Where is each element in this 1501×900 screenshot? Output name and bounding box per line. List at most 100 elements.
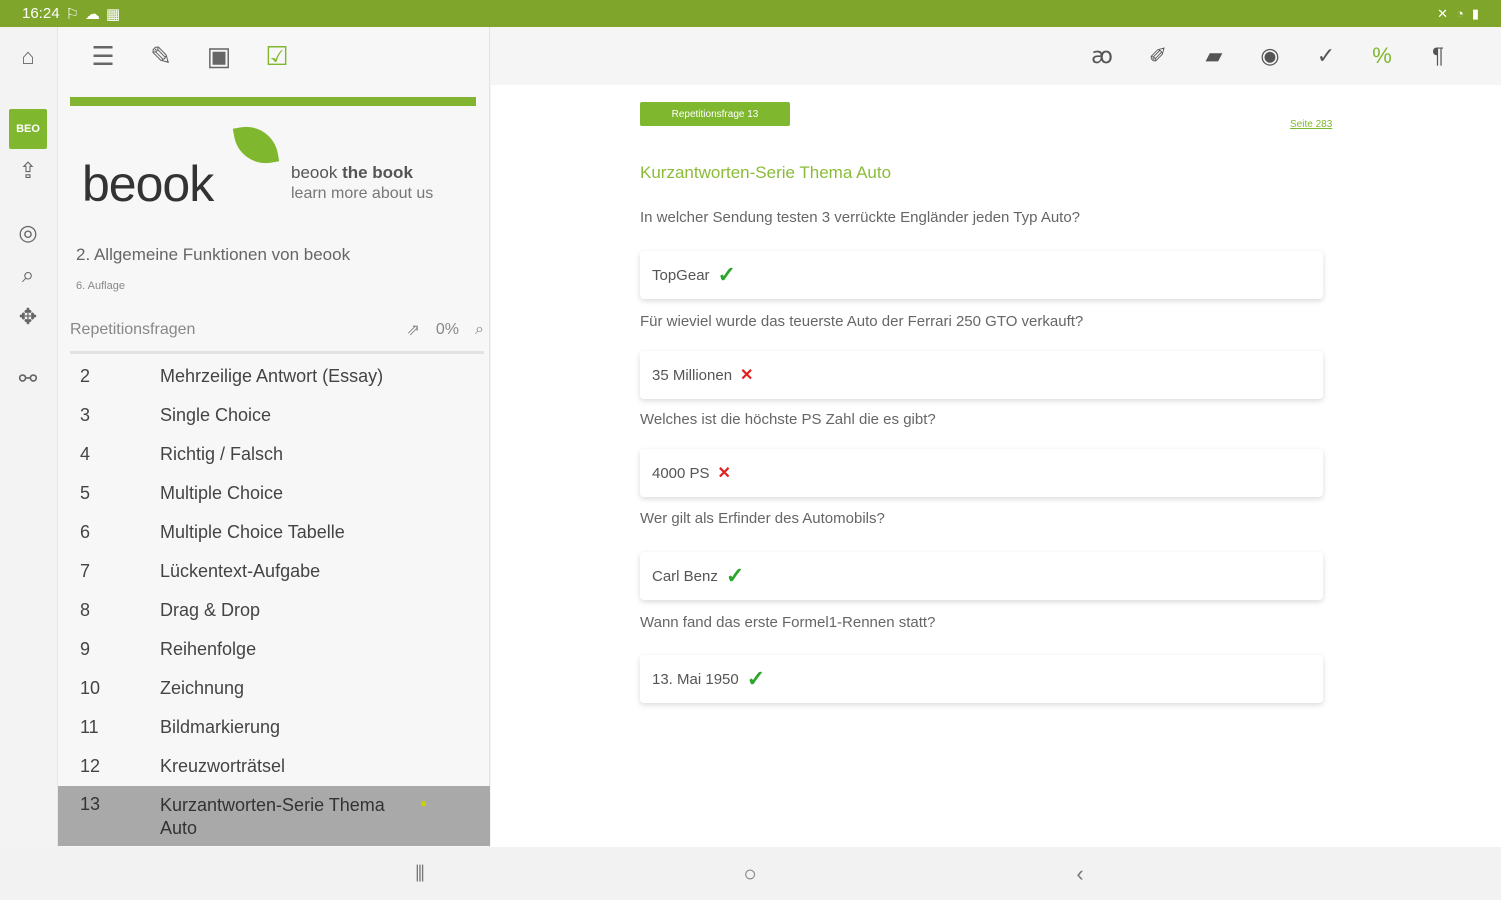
item-label: Mehrzeilige Antwort (Essay) bbox=[160, 366, 384, 386]
check-icon[interactable]: ✓ bbox=[1313, 41, 1339, 71]
correct-check-icon: ✓ bbox=[725, 563, 745, 588]
answer-text: 35 Millionen bbox=[652, 366, 733, 384]
item-label: Drag & Drop bbox=[160, 600, 261, 620]
question-text: In welcher Sendung testen 3 verrückte En… bbox=[640, 209, 1081, 226]
question-badge: Repetitionsfrage 13 bbox=[640, 102, 790, 126]
list-icon[interactable]: ☰ bbox=[86, 39, 120, 73]
share-nodes-icon[interactable]: ⚯ bbox=[8, 359, 48, 399]
navigation-bar: ⦀ ○ ‹ bbox=[0, 847, 1501, 900]
list-item[interactable]: 8 Drag & Drop bbox=[58, 591, 490, 630]
checklist-icon[interactable]: ☑ bbox=[260, 39, 294, 73]
item-label: Bildmarkierung bbox=[160, 717, 281, 737]
answer-field[interactable]: 35 Millionen ✕ bbox=[640, 351, 1323, 399]
target-icon[interactable]: ◎ bbox=[8, 213, 48, 253]
item-number: 12 bbox=[80, 756, 101, 776]
answer-text: 4000 PS bbox=[652, 464, 710, 482]
question-text: Wann fand das erste Formel1-Rennen statt… bbox=[640, 614, 936, 631]
question-text: Welches ist die höchste PS Zahl die es g… bbox=[640, 411, 936, 428]
correct-check-icon: ✓ bbox=[717, 262, 736, 287]
eye-icon[interactable]: ◉ bbox=[1257, 41, 1283, 71]
section-header: Repetitionsfragen ⇗ 0% ⌕ bbox=[70, 315, 484, 345]
item-label: Kurzantworten-Serie Thema Auto bbox=[160, 795, 385, 838]
item-number: 6 bbox=[80, 522, 91, 542]
note-icon[interactable]: ▰ bbox=[1201, 41, 1227, 71]
paragraph-icon[interactable]: ¶ bbox=[1425, 41, 1451, 71]
answer-field[interactable]: 4000 PS ✕ bbox=[640, 449, 1323, 497]
item-label: Reihenfolge bbox=[160, 639, 257, 659]
cloud-icon: ☁ bbox=[85, 5, 100, 23]
item-number: 11 bbox=[80, 717, 99, 737]
wifi-signal-icon: ◔ bbox=[1455, 6, 1464, 21]
beo-button[interactable]: BEO bbox=[9, 109, 47, 149]
item-number: 5 bbox=[80, 483, 91, 503]
list-item[interactable]: 6 Multiple Choice Tabelle bbox=[58, 513, 490, 552]
item-number: 2 bbox=[80, 366, 91, 386]
beook-logo: beook bbox=[82, 156, 214, 212]
pen-icon[interactable]: ✐ bbox=[1145, 41, 1171, 71]
item-number: 9 bbox=[80, 639, 91, 659]
share-icon[interactable]: ⇗ bbox=[407, 320, 420, 340]
recents-icon[interactable]: ⦀ bbox=[405, 859, 435, 889]
list-item[interactable]: 11 Bildmarkierung bbox=[58, 708, 490, 747]
answer-text: 13. Mai 1950 bbox=[652, 670, 739, 688]
search-filter-icon[interactable]: ⌕ bbox=[475, 321, 484, 339]
item-label: Lückentext-Aufgabe bbox=[160, 561, 321, 581]
puzzle-icon[interactable]: ✥ bbox=[8, 297, 48, 337]
correct-check-icon: ✓ bbox=[746, 666, 766, 691]
status-dot-icon: ● bbox=[420, 796, 428, 810]
tagline-sub: learn more about us bbox=[291, 185, 434, 202]
question-list: 2 Mehrzeilige Antwort (Essay) 3 Single Cho… bbox=[58, 357, 490, 846]
item-label: Multiple Choice bbox=[160, 483, 284, 503]
list-item[interactable]: 2 Mehrzeilige Antwort (Essay) bbox=[58, 357, 490, 396]
wrong-cross-icon: ✕ bbox=[740, 367, 754, 384]
spellcheck-icon[interactable]: ꜵ bbox=[1089, 41, 1115, 71]
list-item-selected[interactable]: 13 Kurzantworten-Serie Thema Auto ● bbox=[58, 786, 490, 846]
book-title: 2. Allgemeine Funktionen von beook bbox=[76, 245, 351, 264]
list-item[interactable]: 9 Reihenfolge bbox=[58, 630, 490, 669]
image-icon[interactable]: ▣ bbox=[202, 39, 236, 73]
item-label: Single Choice bbox=[160, 405, 272, 425]
answer-text: TopGear bbox=[652, 266, 710, 284]
item-number: 13 bbox=[80, 794, 101, 814]
list-item[interactable]: 10 Zeichnung bbox=[58, 669, 490, 708]
main-content: ꜵ ✐ ▰ ◉ ✓ % ¶ Repetitionsfrage 13 Seite … bbox=[491, 27, 1501, 847]
edition: 6. Auflage bbox=[76, 280, 125, 292]
wifi-icon: ⚐ bbox=[65, 5, 79, 23]
battery-icon: ▮ bbox=[1471, 5, 1479, 21]
item-label: Richtig / Falsch bbox=[160, 444, 284, 464]
item-number: 8 bbox=[80, 600, 91, 620]
list-item[interactable]: 4 Richtig / Falsch bbox=[58, 435, 490, 474]
item-number: 4 bbox=[80, 444, 91, 464]
divider bbox=[70, 351, 484, 354]
brand-bar bbox=[70, 97, 476, 106]
answer-field[interactable]: TopGear ✓ bbox=[640, 251, 1323, 299]
user-upload-icon[interactable]: ⇪ bbox=[8, 151, 48, 191]
notes-icon[interactable]: ✎ bbox=[144, 39, 178, 73]
list-item[interactable]: 5 Multiple Choice bbox=[58, 474, 490, 513]
percent-icon[interactable]: % bbox=[1369, 41, 1395, 71]
answer-field[interactable]: 13. Mai 1950 ✓ bbox=[640, 655, 1323, 703]
tagline-bold: the book bbox=[342, 163, 413, 182]
library-icon[interactable]: ⌂ bbox=[8, 37, 48, 77]
home-icon[interactable]: ○ bbox=[735, 859, 765, 889]
tagline[interactable]: beook the book learn more about us bbox=[291, 162, 433, 204]
list-item[interactable]: 12 Kreuzworträtsel bbox=[58, 747, 490, 786]
answer-field[interactable]: Carl Benz ✓ bbox=[640, 552, 1323, 600]
sidebar: ☰ ✎ ▣ ☑ beook beook the book learn more … bbox=[58, 27, 490, 847]
answer-text: Carl Benz bbox=[652, 567, 718, 585]
list-item[interactable]: 7 Lückentext-Aufgabe bbox=[58, 552, 490, 591]
question-text: Für wieviel wurde das teuerste Auto der … bbox=[640, 313, 1084, 330]
grid-icon: ▦ bbox=[106, 5, 121, 23]
page-link[interactable]: Seite 283 bbox=[1290, 119, 1332, 130]
list-item[interactable]: 3 Single Choice bbox=[58, 396, 490, 435]
left-rail: ⌂ BEO ⇪ ◎ ⌕ ✥ ⚯ bbox=[0, 27, 58, 847]
progress-value: 0% bbox=[435, 321, 460, 338]
item-label: Multiple Choice Tabelle bbox=[160, 522, 345, 542]
search-icon[interactable]: ⌕ bbox=[8, 255, 48, 295]
back-icon[interactable]: ‹ bbox=[1065, 859, 1095, 889]
tagline-brand: beook bbox=[291, 163, 338, 182]
item-number: 7 bbox=[80, 561, 91, 581]
wrong-cross-icon: ✕ bbox=[717, 465, 731, 482]
item-number: 10 bbox=[80, 678, 101, 698]
content-toolbar: ꜵ ✐ ▰ ◉ ✓ % ¶ bbox=[491, 27, 1501, 85]
